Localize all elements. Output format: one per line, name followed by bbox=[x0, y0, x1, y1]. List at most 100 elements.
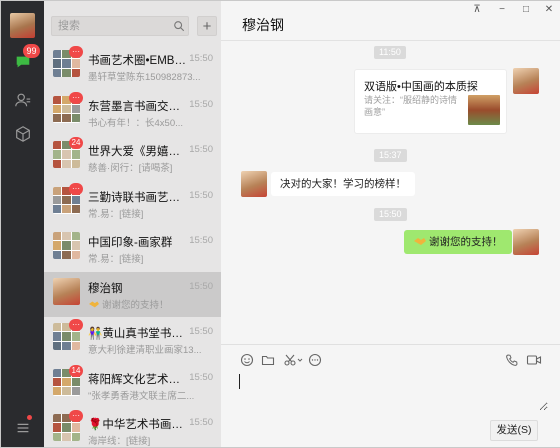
avatar-tile bbox=[62, 250, 71, 259]
chat-item-selected[interactable]: 穆治钢 15:50 谢谢您的支持！ bbox=[44, 271, 221, 317]
scissors-icon bbox=[284, 354, 303, 366]
couple-emoji-icon: 👫 bbox=[88, 328, 103, 340]
chat-time: 15:50 bbox=[189, 280, 213, 292]
flower-emoji-icon: 🌹 bbox=[88, 419, 103, 431]
conversation-panel: 穆治钢 ⊼ − □ ✕ 11:50 双语版•中国画的本质探 请关注：“服绍静的诗… bbox=[221, 1, 560, 447]
card-title: 双语版•中国画的本质探 bbox=[364, 81, 478, 93]
chat-item[interactable]: 24 世界大爱《男嬉女嫁... 15:50 慈善·闵行：[请喝茶] bbox=[44, 135, 221, 181]
speech-bubble-icon bbox=[308, 353, 322, 367]
avatar-tile bbox=[53, 141, 62, 150]
avatar-tile bbox=[71, 104, 80, 114]
avatar-tile bbox=[53, 104, 62, 114]
chat-item[interactable]: ··· 🌹中华艺术书画诗... 15:50 海岸线：[链接] bbox=[44, 408, 221, 447]
add-chat-button[interactable]: + bbox=[197, 16, 217, 36]
my-avatar[interactable] bbox=[513, 229, 539, 255]
chat-item[interactable]: ··· 书画艺术圈•EMBA... 15:50 墨轩草堂陈东150982873.… bbox=[44, 44, 221, 90]
chat-item[interactable]: 中国印象-画家群 15:50 常.易：[链接] bbox=[44, 226, 221, 272]
folder-icon bbox=[261, 355, 275, 366]
unread-count: ··· bbox=[69, 182, 83, 195]
maximize-button[interactable]: □ bbox=[515, 3, 537, 15]
avatar-tile bbox=[71, 423, 80, 432]
maximize-icon: □ bbox=[522, 3, 530, 15]
video-call-button[interactable] bbox=[526, 353, 542, 367]
avatar-tile bbox=[71, 159, 80, 168]
chat-preview: 常.易：[链接] bbox=[88, 208, 144, 220]
chat-history-button[interactable] bbox=[308, 353, 322, 367]
minimize-button[interactable]: − bbox=[491, 3, 513, 15]
nav-menu[interactable] bbox=[1, 413, 44, 443]
avatar-tile bbox=[71, 241, 80, 250]
avatar-tile bbox=[53, 414, 62, 423]
avatar-tile bbox=[62, 387, 71, 396]
chat-item[interactable]: 14 蒋阳辉文化艺术院二... 15:50 "张孝勇香港文联主席二... bbox=[44, 363, 221, 409]
voice-call-button[interactable] bbox=[505, 353, 519, 367]
avatar-tile bbox=[71, 432, 80, 441]
search-box[interactable] bbox=[51, 16, 189, 36]
screenshot-button[interactable] bbox=[283, 353, 303, 367]
avatar-tile bbox=[53, 186, 62, 195]
avatar-tile bbox=[62, 159, 71, 168]
avatar-tile bbox=[71, 195, 80, 205]
chat-preview: 慈善·闵行：[请喝茶] bbox=[88, 163, 173, 174]
avatar-tile bbox=[71, 205, 80, 214]
unread-count: 24 bbox=[69, 137, 83, 149]
avatar-tile bbox=[53, 241, 62, 250]
chat-item[interactable]: ··· 东营墨言书画交流群 15:50 书心有年！：长4x50... bbox=[44, 90, 221, 136]
avatar-tile bbox=[62, 68, 71, 77]
message-bubble-sent[interactable]: 谢谢您的支持！ bbox=[404, 230, 512, 254]
avatar-tile bbox=[62, 205, 71, 214]
link-card-message[interactable]: 双语版•中国画的本质探 请关注：“服绍静的诗情画意” bbox=[354, 69, 507, 134]
avatar-tile bbox=[62, 104, 71, 114]
avatar-tile bbox=[53, 159, 62, 168]
pin-button[interactable]: ⊼ bbox=[466, 3, 488, 15]
search-bar: + bbox=[51, 16, 221, 36]
unread-count: ··· bbox=[69, 46, 83, 58]
nav-favorites[interactable] bbox=[1, 119, 44, 149]
chat-preview: 意大利徐建清职业画家13... bbox=[88, 345, 202, 356]
contact-avatar bbox=[53, 277, 80, 305]
emoji-button[interactable] bbox=[240, 353, 254, 367]
chat-preview: 常.易：[链接] bbox=[88, 254, 144, 265]
chat-name: 书画艺术圈•EMBA... bbox=[88, 55, 186, 67]
avatar-tile bbox=[62, 241, 71, 250]
close-button[interactable]: ✕ bbox=[538, 3, 560, 15]
file-button[interactable] bbox=[261, 353, 275, 367]
avatar-tile bbox=[62, 377, 71, 387]
avatar-tile bbox=[53, 368, 62, 377]
sender-avatar[interactable] bbox=[513, 68, 539, 94]
my-avatar[interactable] bbox=[10, 13, 35, 38]
pin-icon: ⊼ bbox=[473, 3, 481, 15]
chat-preview: 墨轩草堂陈东150982873... bbox=[88, 72, 201, 83]
chat-item[interactable]: ··· 👫黄山真书堂书画群 15:50 意大利徐建清职业画家13... bbox=[44, 317, 221, 363]
chat-item[interactable]: ··· 三勤诗联书画艺术交... 15:50 常.易：[链接] bbox=[44, 181, 221, 227]
avatar-tile bbox=[53, 150, 62, 159]
avatar-tile bbox=[71, 150, 80, 159]
wechat-window: 99 + ··· 书画艺术圈•EMBA... 15:50 bbox=[0, 0, 560, 448]
avatar-tile bbox=[71, 250, 80, 259]
time-stamp: 15:37 bbox=[374, 149, 407, 162]
avatar-tile bbox=[71, 387, 80, 396]
plus-icon: + bbox=[202, 17, 212, 35]
message-input[interactable] bbox=[233, 371, 548, 411]
menu-icon bbox=[17, 423, 28, 433]
preview-text: 谢谢您的支持！ bbox=[102, 299, 169, 311]
nav-chats[interactable]: 99 bbox=[1, 44, 44, 77]
unread-count: 14 bbox=[69, 364, 83, 377]
avatar-tile bbox=[71, 377, 80, 387]
avatar-tile bbox=[62, 341, 71, 350]
nav-contacts[interactable] bbox=[1, 85, 44, 115]
chat-name: 中国印象-画家群 bbox=[88, 237, 173, 249]
avatar-tile bbox=[71, 341, 80, 350]
search-icon[interactable] bbox=[173, 20, 185, 32]
contact-avatar[interactable] bbox=[241, 171, 267, 197]
avatar-tile bbox=[53, 341, 62, 350]
send-button[interactable]: 发送(S) bbox=[490, 420, 538, 441]
card-description: 请关注：“服绍静的诗情画意” bbox=[364, 95, 457, 117]
chat-name-text: 中华艺术书画诗... bbox=[102, 419, 186, 431]
search-input[interactable] bbox=[58, 19, 168, 33]
chat-name: 👫黄山真书堂书画群 bbox=[88, 325, 186, 341]
avatar-tile bbox=[53, 387, 62, 396]
unread-count: ··· bbox=[69, 91, 83, 104]
message-bubble-received[interactable]: 决对的大家！学习的榜样！ bbox=[271, 172, 415, 196]
unread-badge: 99 bbox=[23, 44, 40, 58]
